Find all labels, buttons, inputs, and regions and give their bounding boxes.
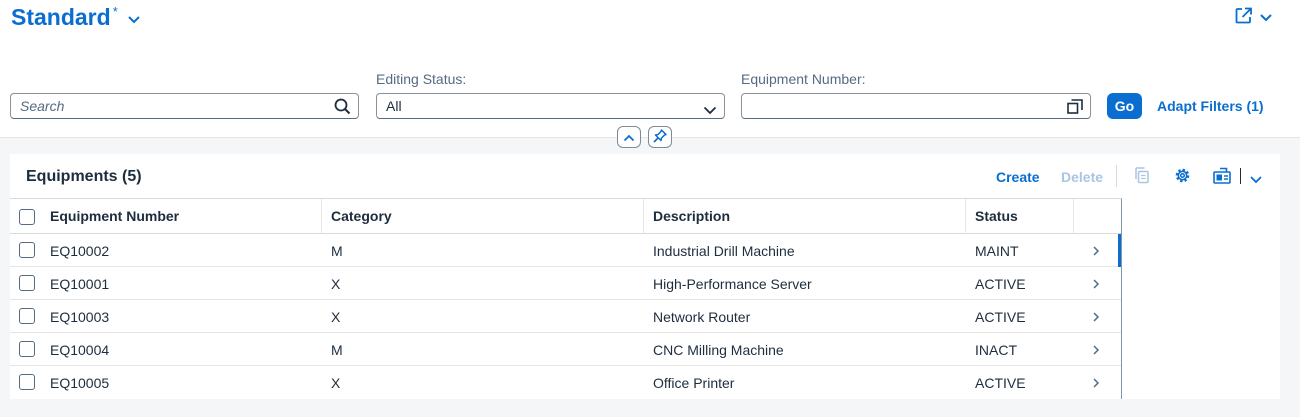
variant-modified-mark: * (112, 4, 118, 19)
chevron-right-icon[interactable] (1092, 343, 1100, 359)
collapse-icon (623, 129, 635, 145)
equipment-number-input[interactable] (741, 93, 1091, 119)
cell-description: Network Router (653, 309, 751, 325)
delete-button[interactable]: Delete (1061, 169, 1103, 185)
chevron-right-icon[interactable] (1092, 244, 1100, 260)
cell-status: ACTIVE (975, 276, 1026, 292)
column-divider (643, 199, 644, 234)
cell-equipment-number: EQ10003 (50, 309, 110, 325)
cell-status: ACTIVE (975, 309, 1026, 325)
pin-header-button[interactable] (648, 126, 672, 148)
export-icon[interactable] (1213, 167, 1231, 187)
column-header-category[interactable]: Category (331, 208, 392, 224)
table-row[interactable]: EQ10003 X Network Router ACTIVE (10, 300, 1121, 333)
toolbar-separator (1116, 165, 1117, 187)
chevron-right-icon[interactable] (1092, 310, 1100, 326)
column-header-status[interactable]: Status (975, 208, 1018, 224)
chevron-down-icon[interactable] (1260, 9, 1272, 25)
export-separator (1240, 168, 1241, 184)
variant-title[interactable]: Standard (11, 3, 111, 31)
row-navigated-indicator (1118, 234, 1121, 267)
column-header-equipment-number[interactable]: Equipment Number (50, 208, 179, 224)
collapse-header-button[interactable] (617, 126, 641, 148)
cell-status: ACTIVE (975, 375, 1026, 391)
cell-category: X (331, 375, 341, 391)
search-input[interactable]: Search (10, 93, 359, 119)
table-header-row: Equipment Number Category Description St… (10, 199, 1121, 234)
share-icon[interactable] (1235, 7, 1253, 27)
copy-icon[interactable] (1134, 167, 1150, 187)
cell-status: MAINT (975, 243, 1019, 259)
column-divider (1073, 199, 1074, 234)
cell-description: Industrial Drill Machine (653, 243, 795, 259)
chevron-right-icon[interactable] (1092, 376, 1100, 392)
cell-equipment-number: EQ10004 (50, 342, 110, 358)
select-all-checkbox[interactable] (19, 209, 35, 225)
table-title: Equipments (5) (26, 168, 142, 185)
row-checkbox[interactable] (19, 374, 35, 390)
cell-category: M (331, 342, 343, 358)
chevron-down-icon[interactable] (1250, 171, 1262, 187)
adapt-filters-button[interactable]: Adapt Filters (1) (1157, 98, 1264, 114)
chevron-right-icon[interactable] (1092, 277, 1100, 293)
cell-equipment-number: EQ10002 (50, 243, 110, 259)
editing-status-value: All (386, 98, 402, 114)
value-help-icon[interactable] (1067, 99, 1083, 117)
create-button[interactable]: Create (996, 169, 1040, 185)
editing-status-label: Editing Status: (376, 71, 467, 87)
table-row[interactable]: EQ10005 X Office Printer ACTIVE (10, 366, 1121, 399)
row-checkbox[interactable] (19, 341, 35, 357)
column-divider (321, 199, 322, 234)
pin-icon (653, 128, 667, 146)
equipments-table: Equipment Number Category Description St… (10, 198, 1122, 399)
chevron-down-icon[interactable] (703, 102, 717, 118)
equipment-number-label: Equipment Number: (741, 71, 866, 87)
editing-status-select[interactable]: All (376, 93, 725, 119)
row-checkbox[interactable] (19, 308, 35, 324)
go-button[interactable]: Go (1107, 93, 1142, 119)
settings-icon[interactable] (1174, 167, 1191, 187)
cell-status: INACT (975, 342, 1017, 358)
cell-category: X (331, 276, 341, 292)
filter-bar-header: Standard * Search Editing Status: All Eq… (0, 0, 1300, 138)
cell-description: CNC Milling Machine (653, 342, 784, 358)
cell-description: High-Performance Server (653, 276, 812, 292)
column-divider (965, 199, 966, 234)
row-checkbox[interactable] (19, 242, 35, 258)
table-row[interactable]: EQ10004 M CNC Milling Machine INACT (10, 333, 1121, 366)
search-icon[interactable] (334, 98, 351, 118)
share-menu[interactable] (1235, 7, 1272, 27)
cell-category: M (331, 243, 343, 259)
column-header-description[interactable]: Description (653, 208, 730, 224)
row-checkbox[interactable] (19, 275, 35, 291)
table-row[interactable]: EQ10002 M Industrial Drill Machine MAINT (10, 234, 1121, 267)
cell-category: X (331, 309, 341, 325)
cell-equipment-number: EQ10001 (50, 276, 110, 292)
cell-equipment-number: EQ10005 (50, 375, 110, 391)
cell-description: Office Printer (653, 375, 735, 391)
chevron-down-icon[interactable] (128, 11, 140, 27)
table-row[interactable]: EQ10001 X High-Performance Server ACTIVE (10, 267, 1121, 300)
variant-management[interactable]: Standard * (11, 3, 140, 31)
equipments-table-panel: Equipments (5) Create Delete Equipment N… (10, 154, 1280, 399)
search-placeholder: Search (20, 98, 65, 114)
